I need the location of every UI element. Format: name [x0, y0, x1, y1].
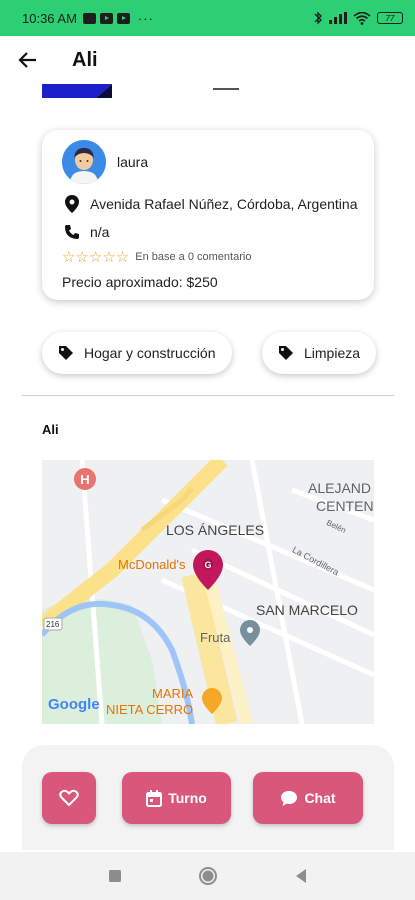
- map-label-nieta-cerro: NIETA CERRO: [106, 702, 194, 717]
- home-icon[interactable]: [198, 866, 218, 886]
- heart-icon: [59, 789, 79, 807]
- chat-label: Chat: [304, 790, 336, 806]
- more-notifications-icon: ···: [137, 10, 154, 26]
- rating-row: ☆☆☆☆☆ En base a 0 comentario: [62, 248, 251, 266]
- google-logo: Google: [48, 696, 100, 713]
- chat-button[interactable]: Chat: [253, 772, 363, 824]
- map-marker-letter: G: [204, 560, 211, 570]
- bluetooth-icon: [314, 11, 322, 25]
- location-pin-icon: [62, 194, 82, 214]
- location-map[interactable]: H G ALEJAND CENTEN LOS ÁNGELES McDonald'…: [42, 460, 374, 724]
- calendar-icon: [146, 789, 163, 807]
- status-time: 10:36 AM: [22, 10, 77, 26]
- rating-text: En base a 0 comentario: [135, 251, 252, 263]
- star-rating-icons: ☆☆☆☆☆: [62, 249, 130, 266]
- arrow-left-icon: [18, 52, 36, 68]
- battery-icon: 77: [377, 12, 403, 24]
- map-label-fruta: Fruta: [200, 630, 231, 645]
- chat-bubble-icon: [280, 790, 298, 807]
- image-indicator: [213, 88, 239, 90]
- map-label-mcdonalds: McDonald's: [118, 557, 186, 572]
- youtube-icon-2: [116, 12, 130, 24]
- turno-button[interactable]: Turno: [122, 772, 231, 824]
- map-route-number: 216: [46, 620, 60, 629]
- signal-icon: [329, 12, 347, 24]
- svg-text:H: H: [80, 472, 89, 487]
- app-bar: Ali: [0, 36, 415, 84]
- provider-card: laura Avenida Rafael Núñez, Córdoba, Arg…: [42, 130, 374, 300]
- youtube-icon: [99, 12, 113, 24]
- category-chip-hogar[interactable]: Hogar y construcción: [42, 332, 232, 374]
- status-bar: 10:36 AM ··· 77: [0, 0, 415, 36]
- phone-row: n/a: [62, 222, 109, 242]
- page-title: Ali: [72, 48, 98, 71]
- recent-apps-icon[interactable]: [108, 869, 122, 883]
- provider-name: laura: [117, 154, 149, 170]
- map-label-maria: MARIA: [152, 686, 194, 701]
- grid-notification-icon: [82, 12, 96, 24]
- price-text: Precio aproximado: $250: [62, 274, 218, 290]
- tag-icon: [58, 345, 74, 361]
- status-notification-icons: ···: [82, 10, 154, 26]
- tag-icon: [278, 345, 294, 361]
- address-row: Avenida Rafael Núñez, Córdoba, Argentina: [62, 194, 357, 214]
- phone-text: n/a: [90, 224, 110, 240]
- map-label-los-angeles: LOS ÁNGELES: [166, 522, 265, 538]
- map-label-alejandro: ALEJAND: [308, 480, 372, 496]
- wifi-icon: [353, 11, 371, 25]
- address-text: Avenida Rafael Núñez, Córdoba, Argentina: [90, 196, 358, 212]
- map-label-san-marcelo: SAN MARCELO: [256, 602, 358, 618]
- turno-label: Turno: [168, 790, 207, 806]
- category-chip-limpieza[interactable]: Limpieza: [262, 332, 377, 374]
- map-label-centen: CENTEN: [316, 498, 374, 514]
- section-divider: [22, 395, 394, 396]
- cover-image-fragment: [42, 84, 112, 98]
- location-section-title: Ali: [42, 422, 59, 437]
- back-button[interactable]: [0, 36, 56, 84]
- category-label: Hogar y construcción: [84, 345, 216, 361]
- system-nav-bar: [0, 852, 415, 900]
- back-nav-icon[interactable]: [294, 868, 308, 884]
- avatar: [62, 140, 106, 184]
- favorite-button[interactable]: [42, 772, 96, 824]
- category-label: Limpieza: [304, 345, 361, 361]
- phone-icon: [62, 222, 82, 242]
- status-right-icons: 77: [313, 11, 403, 25]
